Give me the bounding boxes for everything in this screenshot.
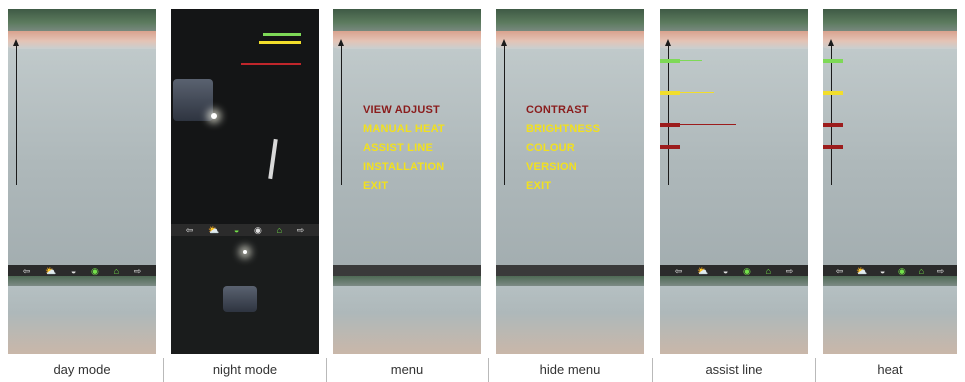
headlight [211, 113, 217, 119]
caption-heat: heat [877, 362, 903, 377]
lower-treeline [496, 276, 644, 286]
assist-line-red [660, 123, 680, 127]
vertical-axis-arrow [338, 39, 344, 185]
car [223, 286, 257, 312]
osd-menu: VIEW ADJUST MANUAL HEAT ASSIST LINE INST… [363, 101, 445, 196]
caption-divider [488, 358, 489, 382]
lower-camera-view [496, 286, 644, 354]
camera-toolbar: ⇦ ⛅ ◒ ◉ ⌂ ⇨ [171, 224, 319, 236]
panel-night-mode: ⇦ ⛅ ◒ ◉ ⌂ ⇨ [171, 9, 319, 354]
menu-item-brightness[interactable]: BRIGHTNESS [526, 120, 600, 139]
panel-menu: VIEW ADJUST MANUAL HEAT ASSIST LINE INST… [333, 9, 481, 354]
caption-hide-menu: hide menu [539, 362, 601, 377]
heat-icon[interactable]: ⌂ [277, 224, 282, 236]
caption-menu: menu [390, 362, 424, 377]
eye-icon[interactable]: ◉ [254, 224, 262, 236]
treeline [660, 9, 808, 33]
track-curb [823, 31, 957, 49]
lane-marking [268, 138, 278, 180]
panel-hide-menu: CONTRAST BRIGHTNESS COLOUR VERSION EXIT [496, 9, 644, 354]
lower-treeline [333, 276, 481, 286]
treeline [823, 9, 957, 33]
assist-line-green-extension [680, 60, 702, 61]
day-icon[interactable]: ⛅ [208, 224, 219, 236]
track-curb [660, 31, 808, 49]
lower-treeline [823, 276, 957, 286]
vertical-axis-arrow [501, 39, 507, 185]
lower-treeline [8, 276, 156, 286]
caption-divider [652, 358, 653, 382]
menu-item-installation[interactable]: INSTALLATION [363, 158, 445, 177]
lower-camera-view [8, 286, 156, 354]
assist-line-green [263, 33, 301, 36]
caption-divider [163, 358, 164, 382]
panel-heat: ⇦ ⛅ ◒ ◉ ⌂ ⇨ [823, 9, 957, 354]
lower-treeline [660, 276, 808, 286]
menu-item-version[interactable]: VERSION [526, 158, 600, 177]
vertical-axis-arrow [13, 39, 19, 185]
lower-camera-view [660, 286, 808, 354]
assist-line-green [660, 59, 680, 63]
assist-line-red-extension [680, 124, 736, 125]
caption-night-mode: night mode [212, 362, 278, 377]
lower-camera-view [333, 286, 481, 354]
track-curb [496, 31, 644, 49]
lower-camera-view [823, 286, 957, 354]
menu-item-manual-heat[interactable]: MANUAL HEAT [363, 120, 445, 139]
assist-line-red [241, 63, 301, 65]
assist-line-red-lower [660, 145, 680, 149]
night-icon[interactable]: ◒ [234, 224, 239, 236]
vertical-axis-arrow [828, 39, 834, 185]
assist-line-yellow [823, 91, 843, 95]
assist-line-yellow-extension [680, 92, 714, 93]
night-camera-view [171, 9, 319, 224]
caption-assist-line: assist line [705, 362, 763, 377]
menu-item-colour[interactable]: COLOUR [526, 139, 600, 158]
osd-submenu: CONTRAST BRIGHTNESS COLOUR VERSION EXIT [526, 101, 600, 196]
night-lower-view [171, 236, 319, 354]
caption-day-mode: day mode [53, 362, 111, 377]
assist-line-red-lower [823, 145, 843, 149]
caption-divider [815, 358, 816, 382]
caption-divider [326, 358, 327, 382]
menu-item-exit[interactable]: EXIT [363, 177, 445, 196]
track-curb [8, 31, 156, 49]
panel-day-mode: ⇦ ⛅ ◒ ◉ ⌂ ⇨ [8, 9, 156, 354]
assist-line-yellow [660, 91, 680, 95]
assist-line-red [823, 123, 843, 127]
panel-assist-line: ⇦ ⛅ ◒ ◉ ⌂ ⇨ [660, 9, 808, 354]
track-curb [333, 31, 481, 49]
menu-item-exit[interactable]: EXIT [526, 177, 600, 196]
assist-line-yellow [259, 41, 301, 44]
menu-item-contrast[interactable]: CONTRAST [526, 101, 600, 120]
assist-line-green [823, 59, 843, 63]
menu-item-view-adjust[interactable]: VIEW ADJUST [363, 101, 445, 120]
street-lamp [243, 250, 247, 254]
vertical-axis-arrow [665, 39, 671, 185]
left-arrow-icon[interactable]: ⇦ [186, 224, 194, 236]
treeline [8, 9, 156, 33]
right-arrow-icon[interactable]: ⇨ [297, 224, 305, 236]
treeline [496, 9, 644, 33]
menu-item-assist-line[interactable]: ASSIST LINE [363, 139, 445, 158]
treeline [333, 9, 481, 33]
car [173, 79, 213, 121]
